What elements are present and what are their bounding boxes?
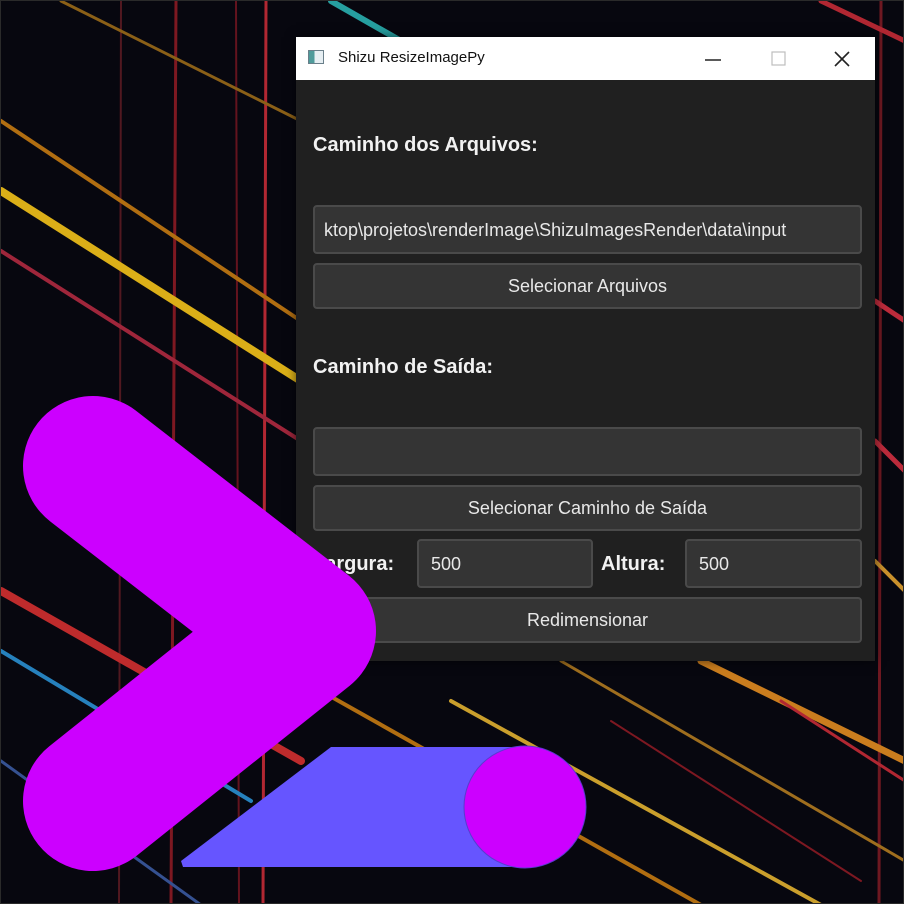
close-button[interactable]: [809, 37, 875, 80]
minimize-icon: [705, 58, 721, 61]
close-icon: [834, 50, 850, 67]
output-path-label: Caminho de Saída:: [313, 356, 494, 378]
screenshot-frame: Shizu ResizeImagePy Caminho dos Arquivos…: [0, 0, 904, 904]
window-titlebar[interactable]: Shizu ResizeImagePy: [296, 37, 875, 80]
height-input[interactable]: 500: [685, 539, 862, 588]
window-title: Shizu ResizeImagePy: [338, 49, 485, 66]
maximize-icon: [771, 50, 786, 66]
select-files-button[interactable]: Selecionar Arquivos: [313, 263, 862, 309]
width-label: Largura:: [313, 553, 395, 575]
resize-button[interactable]: Redimensionar: [313, 597, 862, 643]
output-path-field[interactable]: [313, 427, 862, 476]
height-label: Altura:: [601, 553, 666, 575]
app-icon: [308, 50, 324, 64]
minimize-button[interactable]: [680, 37, 746, 80]
input-path-label: Caminho dos Arquivos:: [313, 134, 538, 156]
select-output-button[interactable]: Selecionar Caminho de Saída: [313, 485, 862, 531]
width-input[interactable]: 500: [417, 539, 593, 588]
maximize-button[interactable]: [746, 37, 812, 80]
app-window: Shizu ResizeImagePy Caminho dos Arquivos…: [296, 37, 875, 661]
input-path-field[interactable]: ktop\projetos\renderImage\ShizuImagesRen…: [313, 205, 862, 254]
